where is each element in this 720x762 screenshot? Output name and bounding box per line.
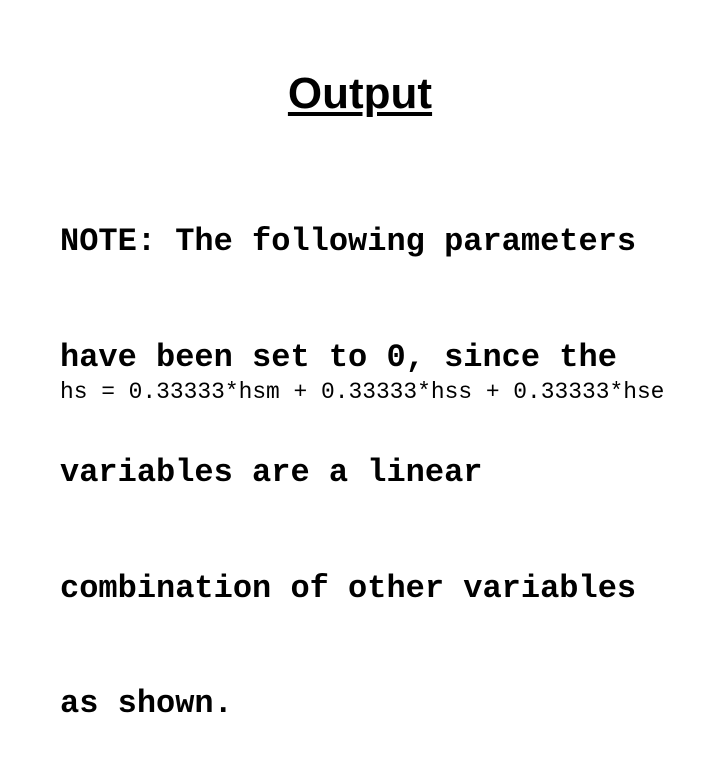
note-line: combination of other variables xyxy=(60,569,637,607)
slide-title: Output xyxy=(0,66,720,122)
slide-title-text: Output xyxy=(287,69,433,118)
linear-combination-equation: hs = 0.33333*hsm + 0.33333*hss + 0.33333… xyxy=(60,379,665,405)
note-line: as shown. xyxy=(60,685,233,722)
note-paragraph: NOTE: The following parameters have been… xyxy=(60,146,700,762)
note-line: variables are a linear xyxy=(60,454,483,491)
note-line: NOTE: The following parameters xyxy=(60,223,637,260)
note-line: have been set to 0, since the xyxy=(60,338,617,376)
